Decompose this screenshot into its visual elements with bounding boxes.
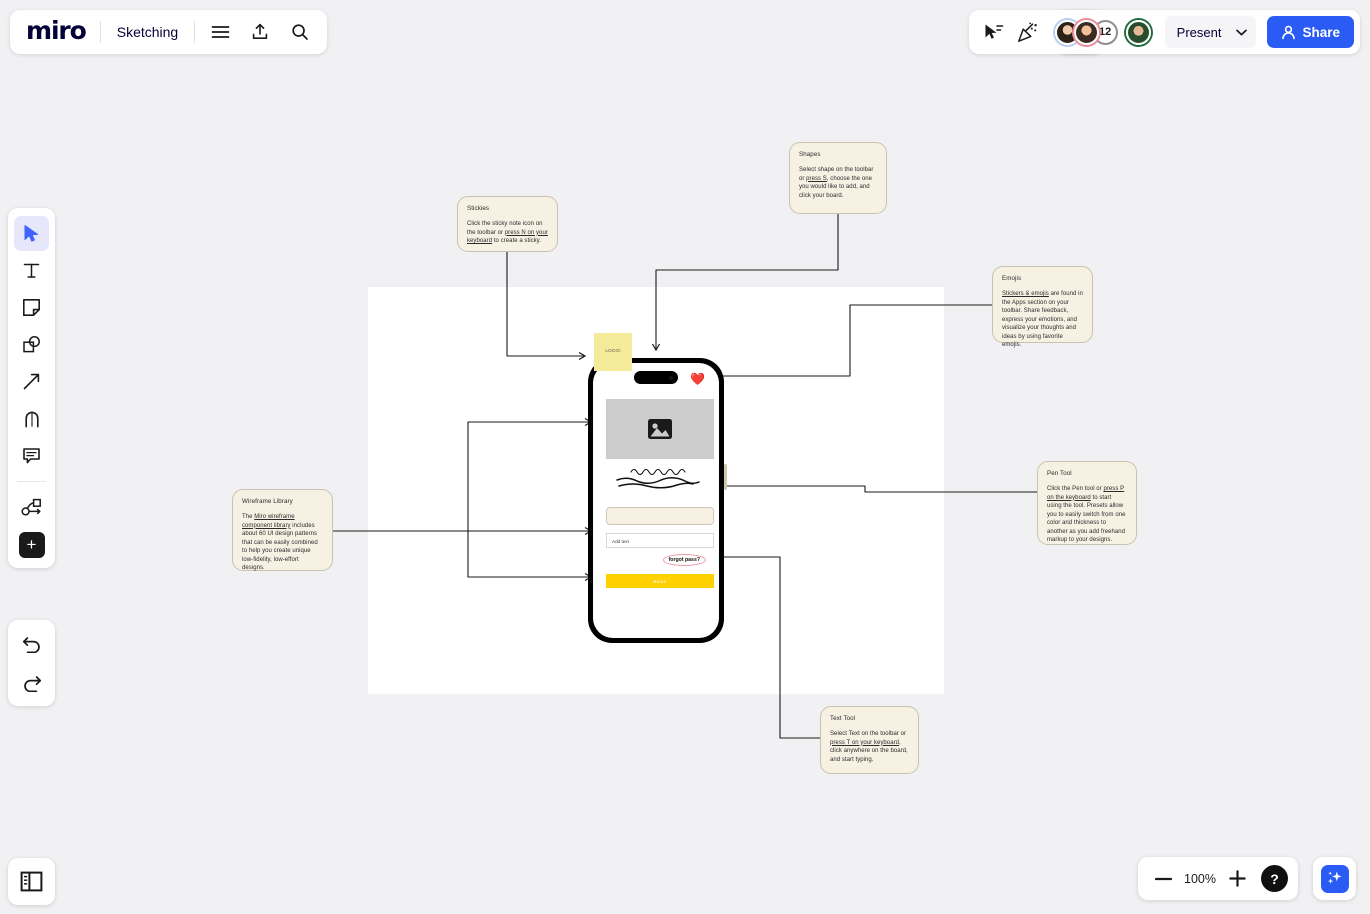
sticky-note-shapes[interactable]: Shapes Select shape on the toolbar or pr… [789,142,887,214]
arrow-diagonal-icon [23,373,40,390]
more-apps-tool[interactable]: + [14,527,49,562]
note-body: Stickers & emojis are found in the Apps … [1002,291,1083,349]
miro-logo[interactable]: miro [22,16,90,48]
present-control: Present [1164,16,1257,48]
redo-button[interactable] [14,665,49,700]
help-button[interactable]: ? [1261,865,1288,892]
side-panel-button[interactable] [8,858,55,905]
sticky-note-text-tool[interactable]: Text Tool Select Text on the toolbar or … [820,706,919,774]
image-placeholder [606,399,714,459]
upload-icon[interactable] [245,17,275,47]
dynamic-island [634,371,678,384]
zoom-level[interactable]: 100% [1182,872,1218,886]
phone-side-button [724,464,727,490]
board-title[interactable]: Sketching [111,24,184,40]
text-t-icon [23,263,40,278]
phone-screen[interactable]: ❤️ Add text forgot pass? Buton [593,363,719,638]
board-canvas[interactable]: Stickies Click the sticky note icon on t… [0,0,1370,914]
shapes-tool[interactable] [14,327,49,362]
heart-emoji: ❤️ [690,372,705,386]
text-tool[interactable] [14,253,49,288]
miro-board-app: Stickies Click the sticky note icon on t… [0,0,1370,914]
note-title: Text Tool [830,715,856,722]
sticky-note-wireframe-library[interactable]: Wireframe Library The Miro wireframe com… [232,489,333,571]
logo-sticky-note[interactable]: LOGO! [594,333,632,371]
note-title: Stickies [467,205,490,212]
search-icon[interactable] [285,17,315,47]
zoom-out-button[interactable] [1148,864,1178,894]
sparkles-icon [1320,864,1349,893]
phone-input-large[interactable] [606,507,714,525]
top-toolbar-left: miro Sketching [10,10,328,54]
top-toolbar-right: 12 Present Share [968,10,1360,54]
present-button[interactable]: Present [1165,25,1234,40]
select-tool[interactable] [14,216,49,251]
forgot-password-link[interactable]: forgot pass? [662,554,706,566]
divider [194,21,196,43]
sticky-note-icon [23,299,40,316]
divider [99,21,101,43]
plus-icon [1228,870,1246,887]
avatar[interactable] [1073,19,1099,45]
sticky-note-stickies[interactable]: Stickies Click the sticky note icon on t… [457,196,558,252]
redo-arrow-icon [23,675,41,692]
note-title: Emojis [1002,275,1022,282]
pen-tool[interactable] [14,401,49,436]
cursor-arrow-icon [24,225,39,242]
share-button[interactable]: Share [1267,16,1354,48]
sticky-note-emojis[interactable]: Emojis Stickers & emojis are found in th… [992,266,1093,348]
undo-arrow-icon [22,636,40,653]
image-placeholder-icon [648,419,672,439]
flowchart-icon [21,498,41,516]
chevron-down-icon[interactable] [1233,23,1256,41]
note-body: Select shape on the toolbar or press S, … [799,167,874,199]
pen-nib-icon [24,411,39,427]
side-panel-icon [20,871,43,892]
avatar-self[interactable] [1125,19,1151,45]
cursor-share-icon[interactable] [979,17,1009,47]
zoom-controls: 100% ? [1138,857,1298,900]
divider [17,481,46,482]
hamburger-menu-icon[interactable] [205,17,235,47]
note-title: Pen Tool [1047,470,1072,477]
note-title: Shapes [799,151,821,158]
person-icon [1282,25,1296,39]
note-title: Wireframe Library [242,498,293,505]
share-label: Share [1302,24,1340,40]
phone-mockup[interactable]: ❤️ Add text forgot pass? Buton [588,358,727,643]
party-popper-icon[interactable] [1013,17,1043,47]
note-body: The Miro wireframe component library inc… [242,514,318,572]
note-body: Select Text on the toolbar or press T on… [830,731,908,763]
undo-button[interactable] [14,626,49,661]
comment-bubble-icon [23,448,40,464]
frame-flow-tool[interactable] [14,490,49,525]
connector-tool[interactable] [14,364,49,399]
sticky-note-pen-tool[interactable]: Pen Tool Click the Pen tool or press P o… [1037,461,1137,545]
phone-input-add-text[interactable]: Add text [606,533,714,548]
undo-redo-panel [8,620,55,706]
note-body: Click the sticky note icon on the toolba… [467,221,548,245]
comment-tool[interactable] [14,438,49,473]
zoom-in-button[interactable] [1222,864,1252,894]
minus-icon [1154,877,1172,880]
plus-icon: + [18,531,45,558]
ai-assistant-button[interactable] [1313,857,1356,900]
note-body: Click the Pen tool or press P on the key… [1047,486,1126,544]
pen-scribble [616,468,700,489]
collaborator-avatars[interactable]: 12 [1054,19,1151,45]
phone-primary-button[interactable]: Buton [606,574,714,588]
sticky-note-tool[interactable] [14,290,49,325]
left-toolbar: + [8,208,55,568]
shapes-icon [22,336,40,353]
